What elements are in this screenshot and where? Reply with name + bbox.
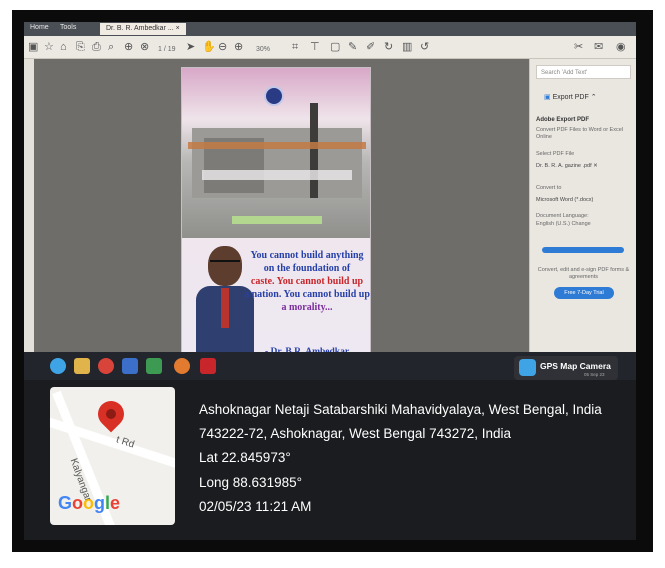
poster-banner-subtitle: [202, 170, 352, 180]
zoom-level[interactable]: 30%: [256, 43, 270, 57]
share-icon[interactable]: ✂: [574, 40, 583, 54]
gps-camera-date: 05 Sep 23: [584, 372, 605, 377]
comment-icon[interactable]: ▢: [330, 40, 340, 54]
firefox-icon[interactable]: [174, 358, 190, 374]
selected-file-name: Dr. B. R. A. gazine .pdf: [536, 163, 592, 169]
tab-bar: Home Tools Dr. B. R. Ambedkar ... ×: [24, 22, 636, 36]
word-icon[interactable]: [122, 358, 138, 374]
poster-banner-caption: [232, 216, 322, 224]
print-icon[interactable]: ⎙: [92, 40, 101, 54]
selected-file[interactable]: Dr. B. R. A. gazine .pdf ✕: [536, 163, 631, 170]
tab-home[interactable]: Home: [30, 24, 49, 31]
zoom-out-icon[interactable]: ⊖: [218, 40, 227, 54]
doc-language-value[interactable]: English (U.S.) Change: [536, 221, 631, 228]
export-pdf-icon: ▣: [544, 94, 551, 101]
address-line-2: 743222-72, Ashoknagar, West Bengal 74327…: [199, 426, 511, 441]
chevron-up-icon[interactable]: ⌃: [591, 94, 597, 101]
convert-description: Convert PDF Files to Word or Excel Onlin…: [536, 127, 624, 140]
remove-file-icon[interactable]: ✕: [593, 163, 598, 169]
free-trial-button[interactable]: Free 7-Day Trial: [554, 287, 614, 299]
map-pin-dot: [103, 406, 119, 422]
acrobat-icon[interactable]: [200, 358, 216, 374]
sign-icon[interactable]: ⊤: [310, 40, 320, 54]
doc-language-label: Document Language:: [536, 213, 589, 219]
latitude: Lat 22.845973°: [199, 450, 291, 465]
tab-document-label: Dr. B. R. Ambedkar ...: [106, 25, 174, 32]
refresh-icon[interactable]: ↺: [420, 40, 429, 54]
map-pin-icon: [92, 395, 130, 433]
google-logo: Google: [58, 493, 121, 513]
pen-icon[interactable]: ✎: [348, 40, 357, 54]
select-file-label: Select PDF File: [536, 151, 575, 157]
convert-to-select[interactable]: Microsoft Word (*.docx): [536, 197, 631, 204]
quote-line-3: caste. You cannot build up: [250, 276, 364, 287]
excel-icon[interactable]: [146, 358, 162, 374]
gps-camera-label: GPS Map Camera: [540, 361, 611, 371]
gps-camera-icon: [519, 359, 536, 376]
monument-tower: [310, 103, 318, 198]
gps-camera-badge: GPS Map Camera 05 Sep 23: [514, 356, 618, 380]
download-icon[interactable]: ⎘: [76, 40, 85, 54]
tab-close-icon[interactable]: ×: [176, 25, 180, 32]
monitor-screen: Home Tools Dr. B. R. Ambedkar ... × ▣ ☆ …: [24, 22, 636, 372]
college-logo: [264, 86, 284, 106]
convert-button[interactable]: [542, 247, 624, 253]
promo-text: Convert, edit and e-sign PDF forms & agr…: [537, 267, 630, 280]
page-indicator[interactable]: 1 / 19: [158, 43, 176, 57]
mini-map: t Rd Kalyangar Google: [50, 387, 175, 525]
zoom-search-icon[interactable]: ⌕: [108, 40, 114, 54]
quote-line-1: You cannot build anything: [250, 250, 364, 261]
tools-panel: Search 'Add Text' ▣ Export PDF ⌃ Adobe E…: [529, 59, 636, 372]
zoom-in-icon[interactable]: ⊕: [234, 40, 243, 54]
export-pdf-button[interactable]: ▣ Export PDF ⌃: [544, 93, 597, 101]
hand-icon[interactable]: ✋: [202, 40, 216, 54]
star-icon[interactable]: ☆: [44, 40, 54, 54]
convert-to-label: Convert to: [536, 185, 562, 191]
file-explorer-icon[interactable]: [74, 358, 90, 374]
mail-icon[interactable]: ✉: [594, 40, 603, 54]
poster-banner-title: [188, 142, 366, 149]
tab-tools[interactable]: Tools: [60, 24, 76, 31]
upload-icon[interactable]: ⌂: [60, 40, 67, 54]
rotate-icon[interactable]: ↻: [384, 40, 393, 54]
document-page: You cannot build anything on the foundat…: [181, 67, 371, 372]
page-down-icon[interactable]: ⊗: [140, 40, 149, 54]
start-icon[interactable]: [50, 358, 66, 374]
left-nav-strip[interactable]: [24, 59, 34, 372]
adobe-export-title: Adobe Export PDF: [536, 117, 590, 123]
quote-line-2: on the foundation of: [263, 263, 351, 274]
page-up-icon[interactable]: ⊕: [124, 40, 133, 54]
export-pdf-label: Export PDF: [552, 94, 589, 101]
save-icon[interactable]: ▣: [28, 40, 38, 54]
chrome-icon[interactable]: [98, 358, 114, 374]
user-icon[interactable]: ◉: [616, 40, 626, 54]
longitude: Long 88.631985°: [199, 475, 302, 490]
quote-line-5: a morality...: [281, 302, 333, 313]
quote-line-4: a nation. You cannot build up: [244, 289, 370, 300]
address-line-1: Ashoknagar Netaji Satabarshiki Mahavidya…: [199, 402, 602, 417]
highlight-icon[interactable]: ✐: [366, 40, 375, 54]
tab-document[interactable]: Dr. B. R. Ambedkar ... ×: [100, 23, 186, 35]
portrait-glasses: [210, 260, 240, 268]
cursor-icon[interactable]: ➤: [186, 40, 195, 54]
pdf-toolbar: ▣ ☆ ⌂ ⎘ ⎙ ⌕ ⊕ ⊗ 1 / 19 ➤ ✋ ⊖ ⊕ 30% ⌗ ⊤ ▢…: [24, 36, 636, 59]
tools-search-input[interactable]: Search 'Add Text': [536, 65, 631, 79]
portrait-tie: [221, 288, 229, 328]
datetime-stamp: 02/05/23 11:21 AM: [199, 499, 312, 514]
crop-icon[interactable]: ⌗: [292, 40, 298, 54]
delete-icon[interactable]: ▥: [402, 40, 412, 54]
